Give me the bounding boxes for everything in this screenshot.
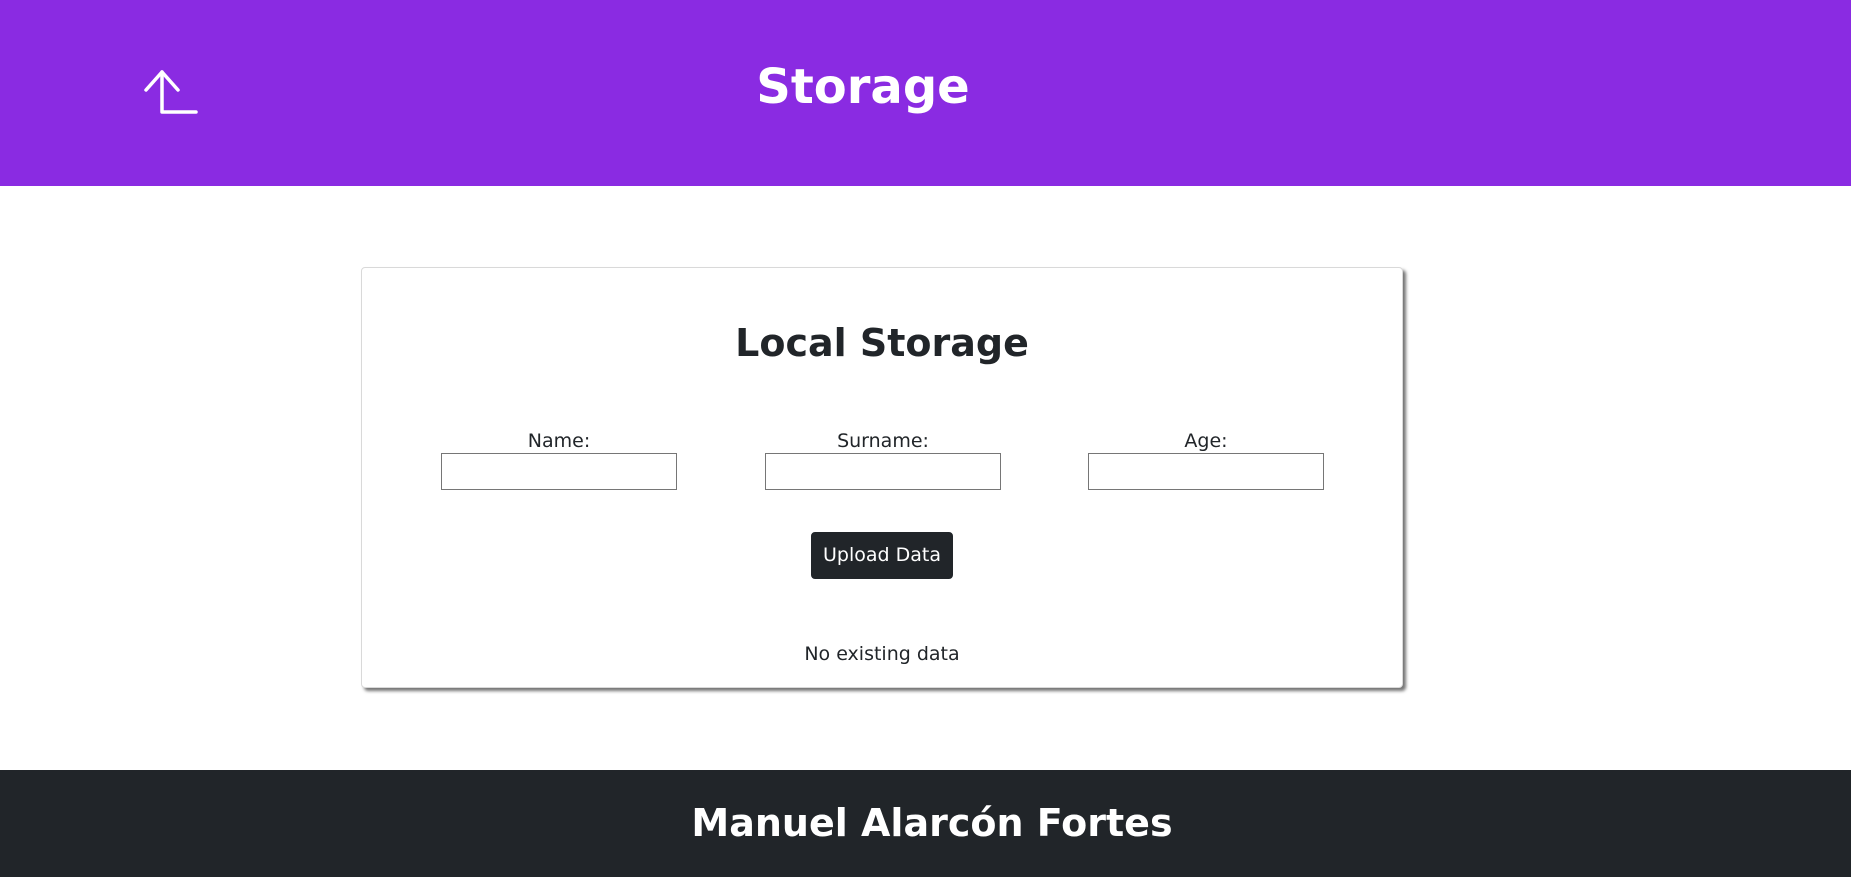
page-footer: Manuel Alarcón Fortes [0,770,1851,877]
surname-label: Surname: [837,430,929,452]
page-header: Storage [0,0,1851,186]
age-label: Age: [1184,430,1228,452]
upload-data-button[interactable]: Upload Data [811,532,953,579]
author-name: Manuel Alarcón Fortes [691,801,1173,845]
card-title: Local Storage [735,321,1029,365]
surname-field-group: Surname: [765,429,1001,490]
page-title: Storage [756,59,970,115]
name-input[interactable] [441,453,677,490]
surname-input[interactable] [765,453,1001,490]
name-label: Name: [527,430,591,452]
storage-card: Local Storage Name: Surname: Age: Upload… [361,267,1403,688]
name-field-group: Name: [441,429,677,490]
age-input[interactable] [1088,453,1324,490]
data-status-text: No existing data [804,643,960,665]
age-field-group: Age: [1088,429,1324,490]
